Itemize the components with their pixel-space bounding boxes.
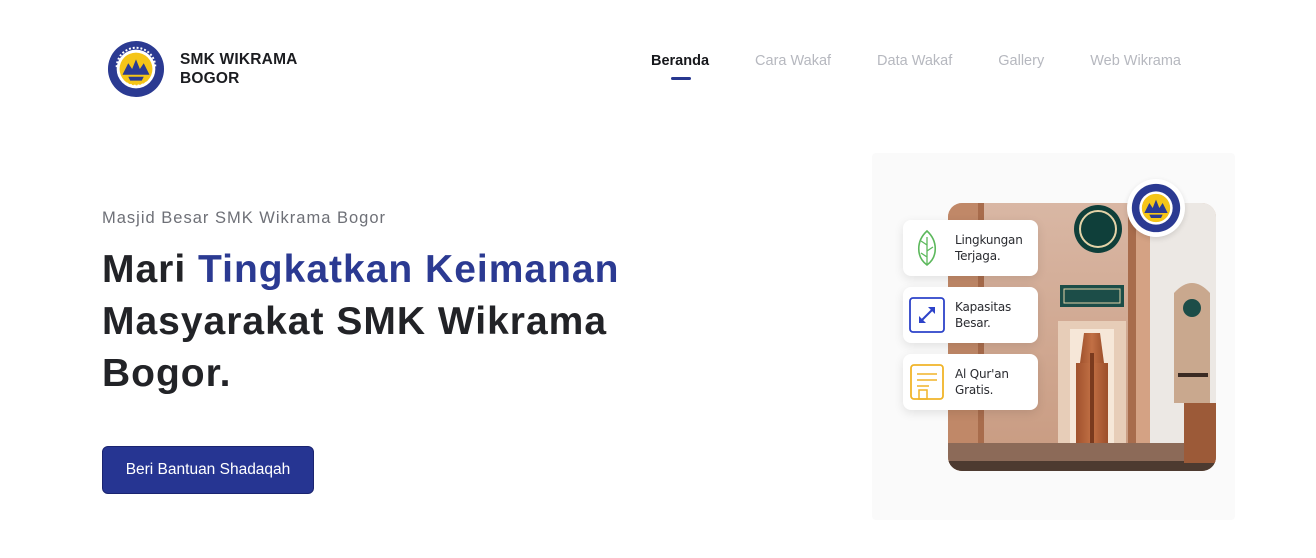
feature-card-kapasitas: Kapasitas Besar. xyxy=(903,287,1038,343)
school-emblem-small-icon xyxy=(1131,183,1181,233)
feature-text: Al Qur'an Gratis. xyxy=(955,367,1009,397)
nav-item-data-wakaf[interactable]: Data Wakaf xyxy=(877,53,952,69)
brand-line-2: BOGOR xyxy=(180,70,240,87)
brand-logo-link[interactable]: SMK WIKRAMA BOGOR xyxy=(107,40,298,98)
document-icon xyxy=(909,362,945,402)
leaf-icon xyxy=(909,228,945,268)
expand-arrows-icon xyxy=(909,295,945,335)
nav-item-beranda[interactable]: Beranda xyxy=(651,53,709,80)
feature-card-alquran: Al Qur'an Gratis. xyxy=(903,354,1038,410)
hero-illustration: Lingkungan Terjaga. Kapasitas Besar. Al … xyxy=(872,153,1235,520)
nav-item-cara-wakaf[interactable]: Cara Wakaf xyxy=(755,53,831,69)
brand-name: SMK WIKRAMA BOGOR xyxy=(180,50,298,88)
headline-part-1: Mari xyxy=(102,248,199,291)
feature-card-lingkungan: Lingkungan Terjaga. xyxy=(903,220,1038,276)
school-badge-icon xyxy=(1127,179,1185,237)
hero-subtitle: Masjid Besar SMK Wikrama Bogor xyxy=(102,209,386,227)
headline-accent: Tingkatkan Keimanan xyxy=(198,248,620,291)
headline-part-2: Masyarakat SMK Wikrama Bogor. xyxy=(102,300,608,395)
main-nav: Beranda Cara Wakaf Data Wakaf Gallery We… xyxy=(651,53,1227,80)
nav-item-web-wikrama[interactable]: Web Wikrama xyxy=(1090,53,1181,69)
donate-button[interactable]: Beri Bantuan Shadaqah xyxy=(102,446,314,494)
feature-text: Lingkungan Terjaga. xyxy=(955,233,1023,263)
feature-text: Kapasitas Besar. xyxy=(955,300,1012,330)
school-emblem-icon xyxy=(107,40,165,98)
brand-line-1: SMK WIKRAMA xyxy=(180,51,298,68)
hero-headline: Mari Tingkatkan Keimanan Masyarakat SMK … xyxy=(102,244,622,400)
nav-item-gallery[interactable]: Gallery xyxy=(998,53,1044,69)
